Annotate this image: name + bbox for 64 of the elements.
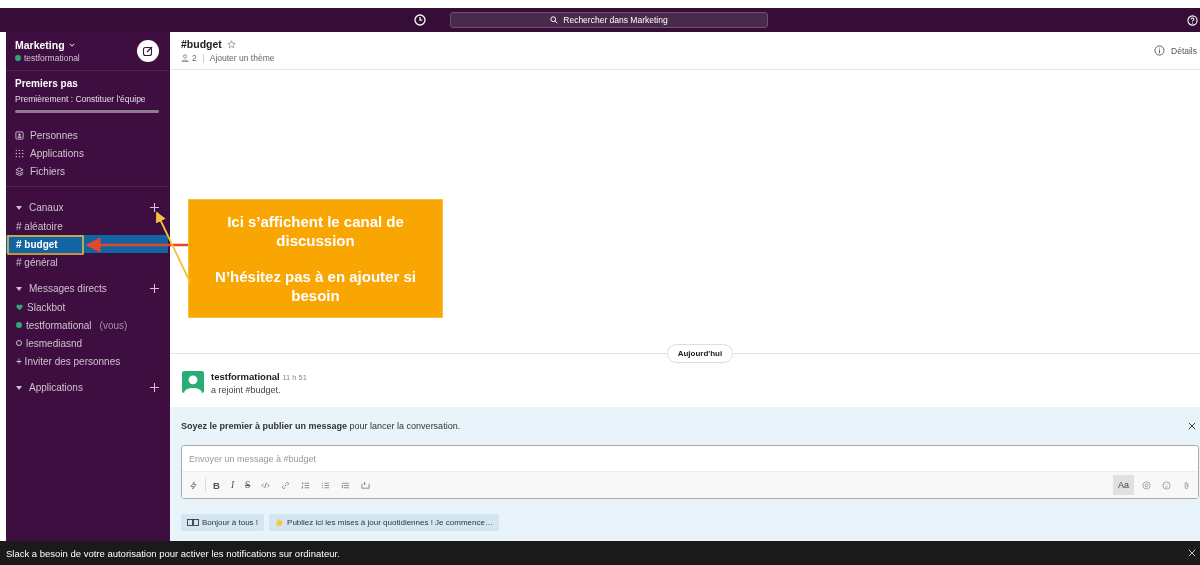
star-icon[interactable] (226, 39, 236, 49)
workspace-name[interactable]: Marketing (15, 39, 65, 51)
code-block-icon[interactable] (361, 480, 371, 490)
section-title[interactable]: Canaux (29, 202, 64, 213)
quote-icon[interactable] (341, 480, 351, 490)
avatar-icon (182, 371, 204, 393)
onboarding-title[interactable]: Premiers pas (15, 78, 159, 89)
numbered-list-icon[interactable] (301, 480, 311, 490)
chevron-icon[interactable] (68, 43, 75, 47)
search-icon (550, 16, 559, 24)
grid-icon[interactable] (15, 148, 24, 158)
user-name: testformational (24, 53, 80, 63)
help-icon[interactable] (1187, 14, 1198, 26)
sidebar-item[interactable]: # aléatoire (6, 217, 168, 235)
callout-box: Ici s’affichent le canal de discussion N’hésitez pas à en ajouter si besoin (188, 199, 443, 318)
topic-link[interactable]: Ajouter un thème (209, 53, 275, 63)
add-icon[interactable] (150, 383, 159, 392)
date-divider: Aujourd'hui (666, 344, 734, 363)
layers-icon[interactable] (15, 166, 24, 176)
caret-icon[interactable] (16, 384, 22, 391)
add-icon[interactable] (150, 203, 159, 212)
lightning-icon[interactable] (189, 480, 198, 490)
sidebar-item[interactable]: Slackbot (6, 298, 168, 316)
section-title[interactable]: Messages directs (29, 283, 107, 294)
book-icon (187, 519, 199, 526)
format-button[interactable]: Aa (1113, 475, 1134, 495)
contact-card-icon[interactable] (15, 130, 24, 140)
prompt-text: Soyez le premier à publier un message pour lancer la conversation. (181, 421, 461, 431)
section-title[interactable]: Applications (29, 382, 83, 393)
nav-item[interactable]: Applications (30, 147, 84, 159)
close-icon[interactable] (1188, 422, 1196, 430)
compose-button[interactable] (137, 40, 159, 62)
heart-icon (16, 303, 23, 311)
sidebar-item[interactable]: lesmediasnd (6, 334, 168, 352)
message-author[interactable]: testformational (211, 371, 280, 382)
italic-button[interactable]: I (230, 480, 235, 490)
caret-icon[interactable] (16, 204, 22, 211)
suggestion-chip[interactable]: Bonjour à tous ! (181, 514, 265, 531)
nav-item[interactable]: Personnes (30, 129, 78, 141)
sidebar-item[interactable]: # général (6, 253, 168, 271)
message-composer[interactable]: Envoyer un message à #budget B I S Aa (181, 445, 1199, 499)
bold-button[interactable]: B (213, 479, 220, 491)
sidebar-item[interactable]: testformational (vous) (6, 316, 168, 334)
status-dot (16, 322, 22, 328)
suggestion-chip[interactable]: Publiez ici les mises à jour quotidiennes ! Je commence… (269, 514, 499, 531)
details-link[interactable]: Détails (1171, 45, 1197, 56)
member-count[interactable]: 2 (192, 53, 197, 63)
info-icon[interactable] (1154, 45, 1165, 56)
add-icon[interactable] (150, 284, 159, 293)
channel-name: #budget (181, 38, 222, 50)
strike-button[interactable]: S (245, 480, 251, 490)
message-text: a rejoint #budget. (211, 385, 282, 395)
onboarding-step: Premièrement : Constituer l'équipe (15, 94, 159, 104)
person-icon (181, 54, 189, 62)
status-dot (15, 55, 21, 61)
notification-text: Slack a besoin de votre autorisation pour activer les notifications sur ordinateur. (6, 547, 340, 559)
search-field[interactable]: Rechercher dans Marketing (450, 12, 768, 28)
sidebar-item[interactable]: + Inviter des personnes (6, 352, 168, 370)
caret-icon[interactable] (16, 285, 22, 292)
pencil-icon (142, 45, 154, 57)
bullet-list-icon[interactable] (321, 480, 331, 490)
nav-item[interactable]: Fichiers (30, 165, 65, 177)
hand-icon (275, 518, 285, 527)
history-icon[interactable] (414, 14, 426, 26)
